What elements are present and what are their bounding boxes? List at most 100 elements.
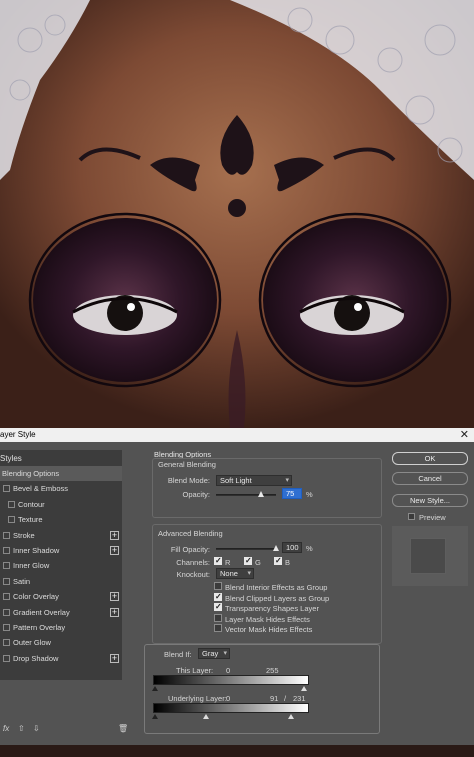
knockout-select[interactable]: None [216,568,254,579]
add-effect-plus-icon[interactable]: + [110,653,119,663]
style-item-checkbox[interactable] [3,485,10,493]
underlying-split-stop-left[interactable] [203,714,209,719]
option-checkbox[interactable] [214,592,222,601]
style-item-outer-glow[interactable]: Outer Glow [0,635,122,650]
photo-bottom-strip [0,745,474,757]
option-checkbox[interactable] [214,602,222,611]
ok-button[interactable]: OK [392,452,468,465]
opacity-slider[interactable] [216,494,276,496]
this-layer-max: 255 [266,666,279,675]
blending-options-panel: Blending Options General Blending Blend … [144,446,386,736]
preview-label: Preview [419,513,446,522]
new-style-button[interactable]: New Style... [392,494,468,507]
preview-checkbox[interactable] [408,513,415,520]
style-item-stroke[interactable]: Stroke + [0,528,122,543]
styles-header: Styles [0,454,22,463]
channel-g-checkbox[interactable] [244,556,252,565]
close-icon[interactable]: ✕ [460,428,469,441]
blend-if-select[interactable]: Gray [198,648,230,659]
cancel-button[interactable]: Cancel [392,472,468,485]
style-item-label: Color Overlay [13,592,59,602]
fill-opacity-input[interactable]: 100 [282,542,302,553]
dialog-titlebar[interactable]: ayer Style ✕ [0,428,474,442]
style-item-texture[interactable]: Texture [0,512,122,527]
style-item-label: Blending Options [2,469,60,478]
style-item-color-overlay[interactable]: Color Overlay + [0,589,122,604]
underlying-split-stop-right[interactable] [288,714,294,719]
channels-label: Channels: [176,558,210,567]
this-layer-gradient [153,675,309,685]
style-item-label: Contour [18,499,45,509]
fx-button[interactable]: fx. [3,724,9,733]
fill-opacity-slider[interactable] [216,548,276,550]
style-item-checkbox[interactable] [3,639,10,647]
channel-b-label: B [285,558,291,567]
style-item-checkbox[interactable] [8,500,15,508]
add-effect-plus-icon[interactable]: + [110,607,119,617]
style-item-blending-options[interactable]: Blending Options [0,466,122,481]
option-checkbox[interactable] [214,624,222,632]
channel-r-label: R [225,558,231,567]
style-item-checkbox[interactable] [3,547,10,554]
blend-if-label: Blend If: [164,650,192,659]
blend-mode-label: Blend Mode: [167,476,210,485]
channel-r-checkbox[interactable] [214,556,222,565]
style-item-satin[interactable]: Satin [0,574,122,589]
style-item-contour[interactable]: Contour [0,497,122,512]
style-item-checkbox[interactable] [3,577,10,585]
this-layer-black-stop[interactable] [152,686,158,691]
this-layer-white-stop[interactable] [301,686,307,691]
option-label: Blend Clipped Layers as Group [225,593,330,603]
style-item-bevel-emboss[interactable]: Bevel & Emboss [0,481,122,496]
option-label: Blend Interior Effects as Group [225,583,328,592]
style-item-inner-glow[interactable]: Inner Glow [0,558,122,573]
arrow-up-icon[interactable]: ⇧ [18,724,25,733]
face-illustration [0,0,474,428]
add-effect-plus-icon[interactable]: + [110,530,119,540]
underlying-slash: / [284,694,287,703]
style-item-checkbox[interactable] [8,516,15,524]
add-effect-plus-icon[interactable]: + [110,546,119,555]
style-item-label: Stroke [13,530,35,540]
style-item-label: Bevel & Emboss [13,484,69,494]
opacity-slider-thumb[interactable] [258,491,264,497]
styles-list: Styles Blending Options Bevel & Emboss Con… [0,450,122,680]
style-item-checkbox[interactable] [3,562,10,570]
add-effect-plus-icon[interactable]: + [110,592,119,602]
style-item-gradient-overlay[interactable]: Gradient Overlay + [0,605,122,620]
option-checkbox[interactable] [214,582,222,590]
fill-opacity-percent: % [306,544,313,553]
fill-opacity-slider-thumb[interactable] [273,545,279,551]
style-item-label: Satin [13,576,31,586]
opacity-input[interactable]: 75 [282,488,302,499]
arrow-down-icon[interactable]: ⇩ [33,724,40,733]
opacity-label: Opacity: [182,490,210,499]
style-preview-swatch [392,526,468,586]
general-blending-title: General Blending [158,460,216,469]
trash-icon[interactable]: 🗑 [118,724,128,733]
option-checkbox[interactable] [214,613,222,622]
underlying-layer-gradient [153,703,309,713]
style-item-checkbox[interactable] [3,624,10,631]
style-item-checkbox[interactable] [3,593,10,601]
underlying-split-a: 91 [270,694,279,703]
underlying-split-b: 231 [293,694,306,703]
style-item-pattern-overlay[interactable]: Pattern Overlay [0,620,122,635]
underlying-black-stop[interactable] [152,714,158,719]
knockout-label: Knockout: [176,570,210,579]
style-item-label: Inner Shadow [13,546,60,555]
style-item-inner-shadow[interactable]: Inner Shadow + [0,543,122,558]
channel-g-label: G [255,558,261,567]
style-item-drop-shadow[interactable]: Drop Shadow + [0,651,122,666]
blend-mode-select[interactable]: Soft Light [216,475,292,486]
option-label: Layer Mask Hides Effects [225,614,310,624]
option-label: Transparency Shapes Layer [225,604,319,613]
underlying-min: 0 [226,694,231,703]
style-item-label: Texture [18,515,43,525]
this-layer-label: This Layer: [176,666,214,675]
advanced-blending-title: Advanced Blending [158,529,223,538]
style-item-checkbox[interactable] [3,654,10,662]
channel-b-checkbox[interactable] [274,556,282,565]
style-item-checkbox[interactable] [3,608,10,616]
style-item-checkbox[interactable] [3,531,10,539]
